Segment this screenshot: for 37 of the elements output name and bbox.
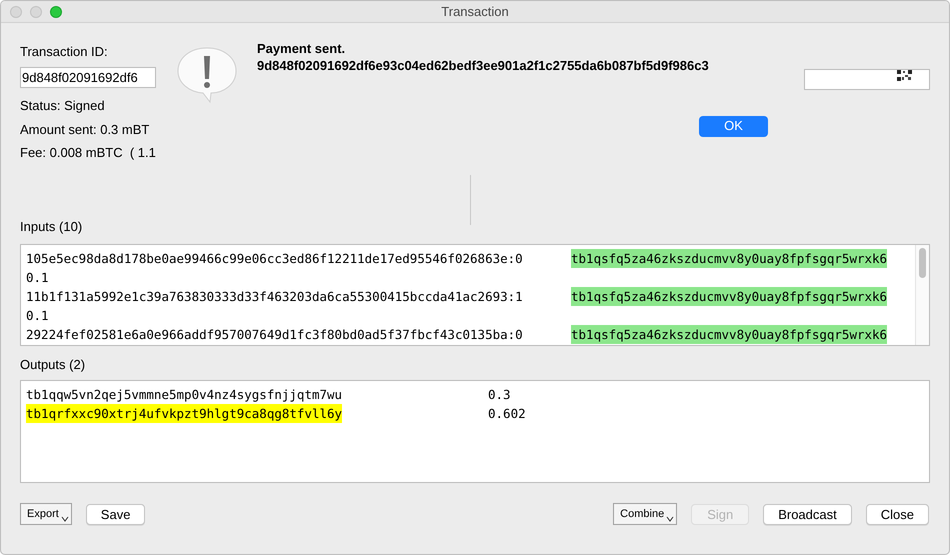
transaction-id-field[interactable]: 9d848f02091692df6	[20, 67, 156, 88]
chevron-down-icon	[666, 516, 674, 522]
ok-button[interactable]: OK	[699, 116, 768, 136]
output-amount: 0.602	[488, 405, 526, 423]
input-address: tb1qsfq5za46zkszducmvv8y0uay8fpfsgqr5wrxk6	[571, 249, 888, 268]
address-field[interactable]	[804, 69, 930, 90]
close-window-icon[interactable]	[10, 6, 22, 18]
transaction-id-label: Transaction ID:	[20, 43, 108, 60]
fee-text: Fee: 0.008 mBTC ( 1.1	[20, 144, 156, 161]
dropdown-button[interactable]: Combine	[613, 503, 678, 525]
input-outpoint: 29224fef02581e6a0e966addf957007649d1fc3f80bd0ad5f37fbcf43c0135ba:0	[26, 326, 524, 344]
dialog-message: 9d848f02091692df6e93c04ed62bedf3ee901a2f1c2755da6b087bf5d9f986c3	[257, 57, 709, 75]
dialog-title: Payment sent.	[257, 40, 346, 56]
input-address: tb1qsfq5za46zkszducmvv8y0uay8fpfsgqr5wrxk6	[571, 287, 888, 306]
input-outpoint: 11b1f131a5992e1c39a763830333d33f463203da6ca55300415bccda41ac2693:1	[26, 288, 524, 306]
push-button[interactable]: Close	[866, 504, 929, 524]
inputs-label: Inputs (10)	[20, 218, 82, 235]
output-address: tb1qrfxxc90xtrj4ufvkpzt9hlgt9ca8qg8tfvll6y	[26, 404, 342, 423]
output-amount: 0.3	[488, 386, 511, 404]
input-outpoint: 105e5ec98da8d178be0ae99466c99e06cc3ed86f12211de17ed95546f026863e:0	[26, 250, 524, 268]
input-amount: 0.1	[26, 307, 49, 325]
warning-icon	[176, 46, 238, 104]
outputs-label: Outputs (2)	[20, 356, 86, 373]
output-address: tb1qqw5vn2qej5vmmne5mp0v4nz4sygsfnjjqtm7wu	[26, 386, 342, 404]
scrollbar[interactable]	[915, 245, 929, 345]
window-title: Transaction	[441, 2, 509, 21]
zoom-window-icon[interactable]	[50, 6, 62, 18]
status-text: Status: Signed	[20, 97, 105, 114]
push-button[interactable]: Broadcast	[763, 504, 852, 524]
minimize-window-icon[interactable]	[30, 6, 42, 18]
amount-sent-text: Amount sent: 0.3 mBT	[20, 121, 150, 138]
dropdown-button[interactable]: Export	[20, 503, 72, 525]
push-button[interactable]: Save	[86, 504, 146, 524]
input-address: tb1qsfq5za46zkszducmvv8y0uay8fpfsgqr5wrxk6	[571, 325, 888, 344]
qr-code-icon[interactable]	[897, 70, 912, 81]
input-amount: 0.1	[26, 269, 49, 287]
chevron-down-icon	[60, 516, 69, 522]
